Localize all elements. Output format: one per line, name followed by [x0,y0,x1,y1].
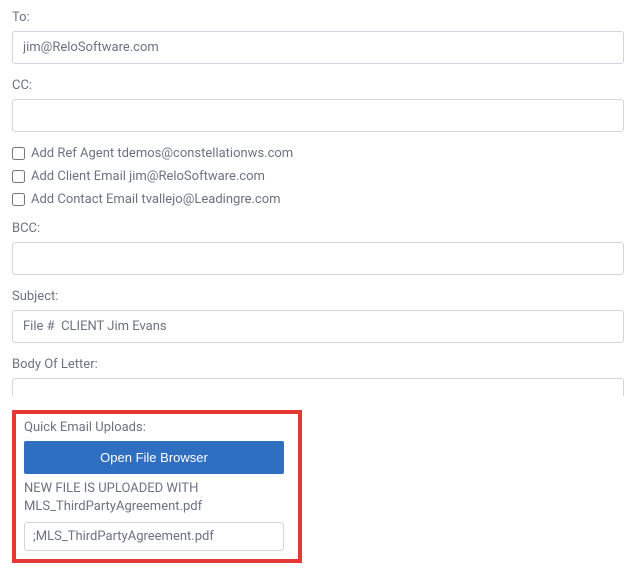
subject-label: Subject: [12,289,624,304]
cc-label: CC: [12,78,624,93]
to-input[interactable] [12,31,624,64]
quick-email-uploads: Quick Email Uploads: Open File Browser N… [12,410,302,563]
body-label: Body Of Letter: [12,357,624,372]
cc-option-label: Add Ref Agent tdemos@constellationws.com [31,146,293,161]
subject-input[interactable] [12,310,624,343]
cc-option-client-email: Add Client Email jim@ReloSoftware.com [12,169,624,184]
uploads-label: Quick Email Uploads: [24,420,290,435]
upload-status-text: NEW FILE IS UPLOADED WITH MLS_ThirdParty… [24,480,290,516]
body-field-group: Body Of Letter: [12,357,624,400]
cc-checkbox-ref-agent[interactable] [12,147,25,160]
uploaded-file-input[interactable] [24,522,284,551]
to-field-group: To: [12,10,624,64]
cc-checkbox-contact-email[interactable] [12,193,25,206]
bcc-input[interactable] [12,242,624,275]
body-textarea[interactable] [12,378,624,396]
cc-option-label: Add Client Email jim@ReloSoftware.com [31,169,265,184]
open-file-browser-button[interactable]: Open File Browser [24,441,284,474]
upload-status-line2: MLS_ThirdPartyAgreement.pdf [24,499,202,514]
cc-option-ref-agent: Add Ref Agent tdemos@constellationws.com [12,146,624,161]
cc-options-group: Add Ref Agent tdemos@constellationws.com… [12,146,624,207]
to-label: To: [12,10,624,25]
cc-field-group: CC: [12,78,624,132]
cc-input[interactable] [12,99,624,132]
cc-option-label: Add Contact Email tvallejo@Leadingre.com [31,192,281,207]
cc-option-contact-email: Add Contact Email tvallejo@Leadingre.com [12,192,624,207]
subject-field-group: Subject: [12,289,624,343]
bcc-label: BCC: [12,221,624,236]
upload-status-line1: NEW FILE IS UPLOADED WITH [24,481,198,496]
cc-checkbox-client-email[interactable] [12,170,25,183]
bcc-field-group: BCC: [12,221,624,275]
